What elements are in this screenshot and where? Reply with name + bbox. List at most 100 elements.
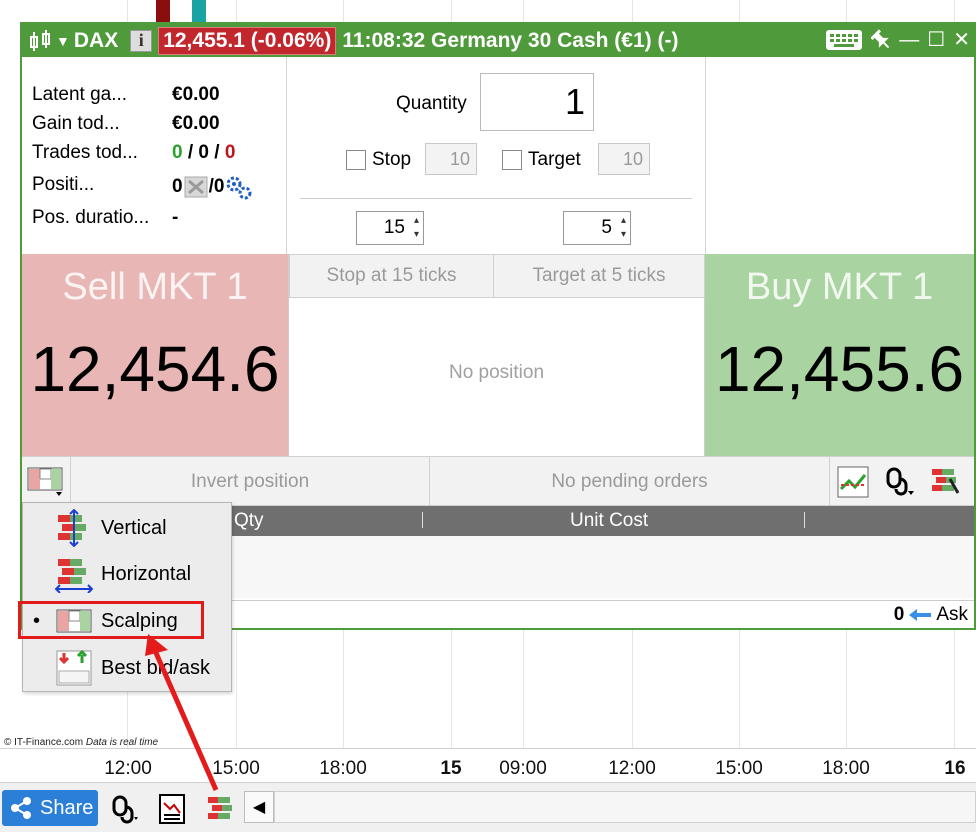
vertical-layout-icon — [58, 509, 86, 547]
share-label: Share — [40, 796, 94, 819]
menu-item-vertical[interactable]: Vertical — [23, 505, 231, 551]
time-tick: 18:00 — [319, 758, 367, 779]
latent-gain-value: €0.00 — [172, 84, 220, 105]
time-tick: 12:00 — [104, 758, 152, 779]
symbol-name[interactable]: DAX — [74, 29, 118, 53]
time-tick: 15:00 — [212, 758, 260, 779]
time-tick: 12:00 — [608, 758, 656, 779]
layout-menu-button[interactable] — [26, 465, 66, 499]
divider — [300, 198, 692, 199]
order-settings-panel: Quantity 1 Stop 10 Target 10 15 ▴ ▾ 5 ▴ ▾ — [288, 57, 704, 254]
date-tick: 15 — [440, 758, 462, 779]
price-badge: 12,455.1 (-0.06%) — [158, 26, 337, 55]
time-tick: 09:00 — [499, 758, 547, 779]
stop-value-input[interactable]: 10 — [425, 143, 477, 175]
account-stats-panel: Latent ga... €0.00 Gain tod... €0.00 Tra… — [22, 57, 287, 254]
buy-market-button[interactable]: Buy MKT 1 12,455.6 — [705, 254, 974, 456]
trades-sep: / — [182, 142, 199, 163]
pos-duration-value: - — [172, 207, 179, 228]
keyboard-icon[interactable] — [825, 28, 863, 52]
date-tick: 16 — [944, 758, 966, 779]
layout-dropdown-menu: Vertical Horizontal • Scalping Best bid/… — [22, 502, 232, 692]
candlestick-icon[interactable] — [28, 29, 54, 53]
positions-label: Positi... — [32, 174, 95, 195]
share-icon — [11, 797, 31, 819]
buy-price: 12,455.6 — [714, 333, 965, 405]
menu-label: Best bid/ask — [101, 656, 210, 679]
close-icon[interactable]: ✕ — [953, 28, 970, 52]
order-book-icon[interactable] — [204, 793, 236, 825]
column-separator — [422, 512, 423, 528]
menu-label: Vertical — [101, 516, 167, 539]
column-qty[interactable]: Qty — [234, 510, 264, 532]
stop-ticks-stepper[interactable]: 15 ▴ ▾ — [356, 211, 424, 245]
sell-label: Sell MKT 1 — [62, 266, 248, 308]
pos-duration-row: Pos. duratio... - — [32, 207, 282, 229]
pin-icon[interactable] — [871, 29, 891, 51]
invert-position-button[interactable]: Invert position — [70, 457, 430, 506]
empty-right-panel — [705, 57, 974, 254]
quantity-input[interactable]: 1 — [480, 73, 594, 131]
time-tick: 18:00 — [822, 758, 870, 779]
pending-orders-button[interactable]: No pending orders — [430, 457, 830, 506]
target-ticks-stepper[interactable]: 5 ▴ ▾ — [563, 211, 631, 245]
horizontal-layout-icon — [55, 559, 93, 593]
close-position-icon[interactable] — [183, 175, 209, 199]
chart-credit: © IT-Finance.com Data is real time — [4, 737, 159, 748]
sell-market-button[interactable]: Sell MKT 1 12,454.6 — [22, 254, 288, 456]
position-center-zone: Stop at 15 ticks Target at 5 ticks No po… — [288, 254, 705, 456]
stepper-arrows-icon[interactable]: ▴ ▾ — [414, 214, 419, 242]
gain-today-label: Gain tod... — [32, 113, 120, 134]
trades-today-label: Trades tod... — [32, 142, 138, 163]
instrument-title: 11:08:32 Germany 30 Cash (€1) (-) — [342, 28, 679, 52]
scroll-track[interactable] — [274, 791, 976, 823]
gain-today-value: €0.00 — [172, 113, 220, 134]
share-button[interactable]: Share — [2, 790, 98, 826]
gain-today-row: Gain tod... €0.00 — [32, 113, 282, 135]
report-icon[interactable] — [156, 793, 188, 825]
menu-item-horizontal[interactable]: Horizontal — [23, 551, 231, 597]
stepper-arrows-icon[interactable]: ▴ ▾ — [621, 214, 626, 242]
latent-gain-label: Latent ga... — [32, 84, 128, 105]
symbol-dropdown-icon[interactable]: ▼ — [56, 33, 70, 49]
link-options-icon[interactable] — [884, 465, 918, 499]
candle-bar — [192, 0, 206, 22]
column-separator — [804, 512, 805, 528]
candle-bar — [156, 0, 170, 22]
order-book-settings-icon[interactable] — [928, 465, 962, 499]
settings-gears-icon[interactable] — [224, 174, 252, 200]
minimize-icon[interactable]: — — [899, 28, 919, 52]
no-position-text: No position — [448, 362, 545, 383]
time-tick: 15:00 — [715, 758, 763, 779]
positions-long: 0 — [172, 176, 183, 197]
chart-trade-icon[interactable] — [836, 465, 870, 499]
arrow-left-icon — [909, 609, 932, 621]
menu-item-best-bid-ask[interactable]: Best bid/ask — [23, 645, 231, 691]
time-axis: 12:00 15:00 18:00 15 09:00 12:00 15:00 1… — [0, 748, 976, 782]
positions-row: Positi... 0 / 0 — [32, 174, 282, 200]
scroll-left-button[interactable]: ◀ — [244, 791, 274, 823]
link-icon[interactable] — [110, 793, 142, 825]
target-ticks-value: 5 — [601, 217, 612, 238]
latent-gain-row: Latent ga... €0.00 — [32, 84, 282, 106]
best-bid-ask-icon — [56, 649, 92, 686]
trades-today-row: Trades tod... 0 / 0 / 0 — [32, 142, 282, 164]
trades-neutral: 0 — [198, 142, 209, 163]
trades-sep: / — [209, 142, 225, 163]
info-icon[interactable]: i — [130, 29, 153, 52]
target-label: Target — [528, 149, 581, 170]
stop-at-ticks-button[interactable]: Stop at 15 ticks — [289, 254, 494, 298]
column-unit-cost[interactable]: Unit Cost — [570, 510, 648, 532]
target-checkbox[interactable] — [502, 150, 522, 170]
positions-short: 0 — [213, 176, 225, 197]
stop-ticks-value: 15 — [383, 217, 405, 238]
quantity-label: Quantity — [396, 93, 467, 114]
maximize-icon[interactable]: ☐ — [927, 28, 945, 52]
target-at-ticks-button[interactable]: Target at 5 ticks — [493, 254, 705, 298]
ask-count: 0 — [893, 604, 905, 625]
menu-label: Horizontal — [101, 562, 192, 585]
window-titlebar[interactable]: ▼ DAX i 12,455.1 (-0.06%) 11:08:32 Germa… — [22, 24, 974, 57]
scalping-highlight-box — [18, 601, 204, 639]
target-value-input[interactable]: 10 — [598, 143, 650, 175]
stop-checkbox[interactable] — [346, 150, 366, 170]
